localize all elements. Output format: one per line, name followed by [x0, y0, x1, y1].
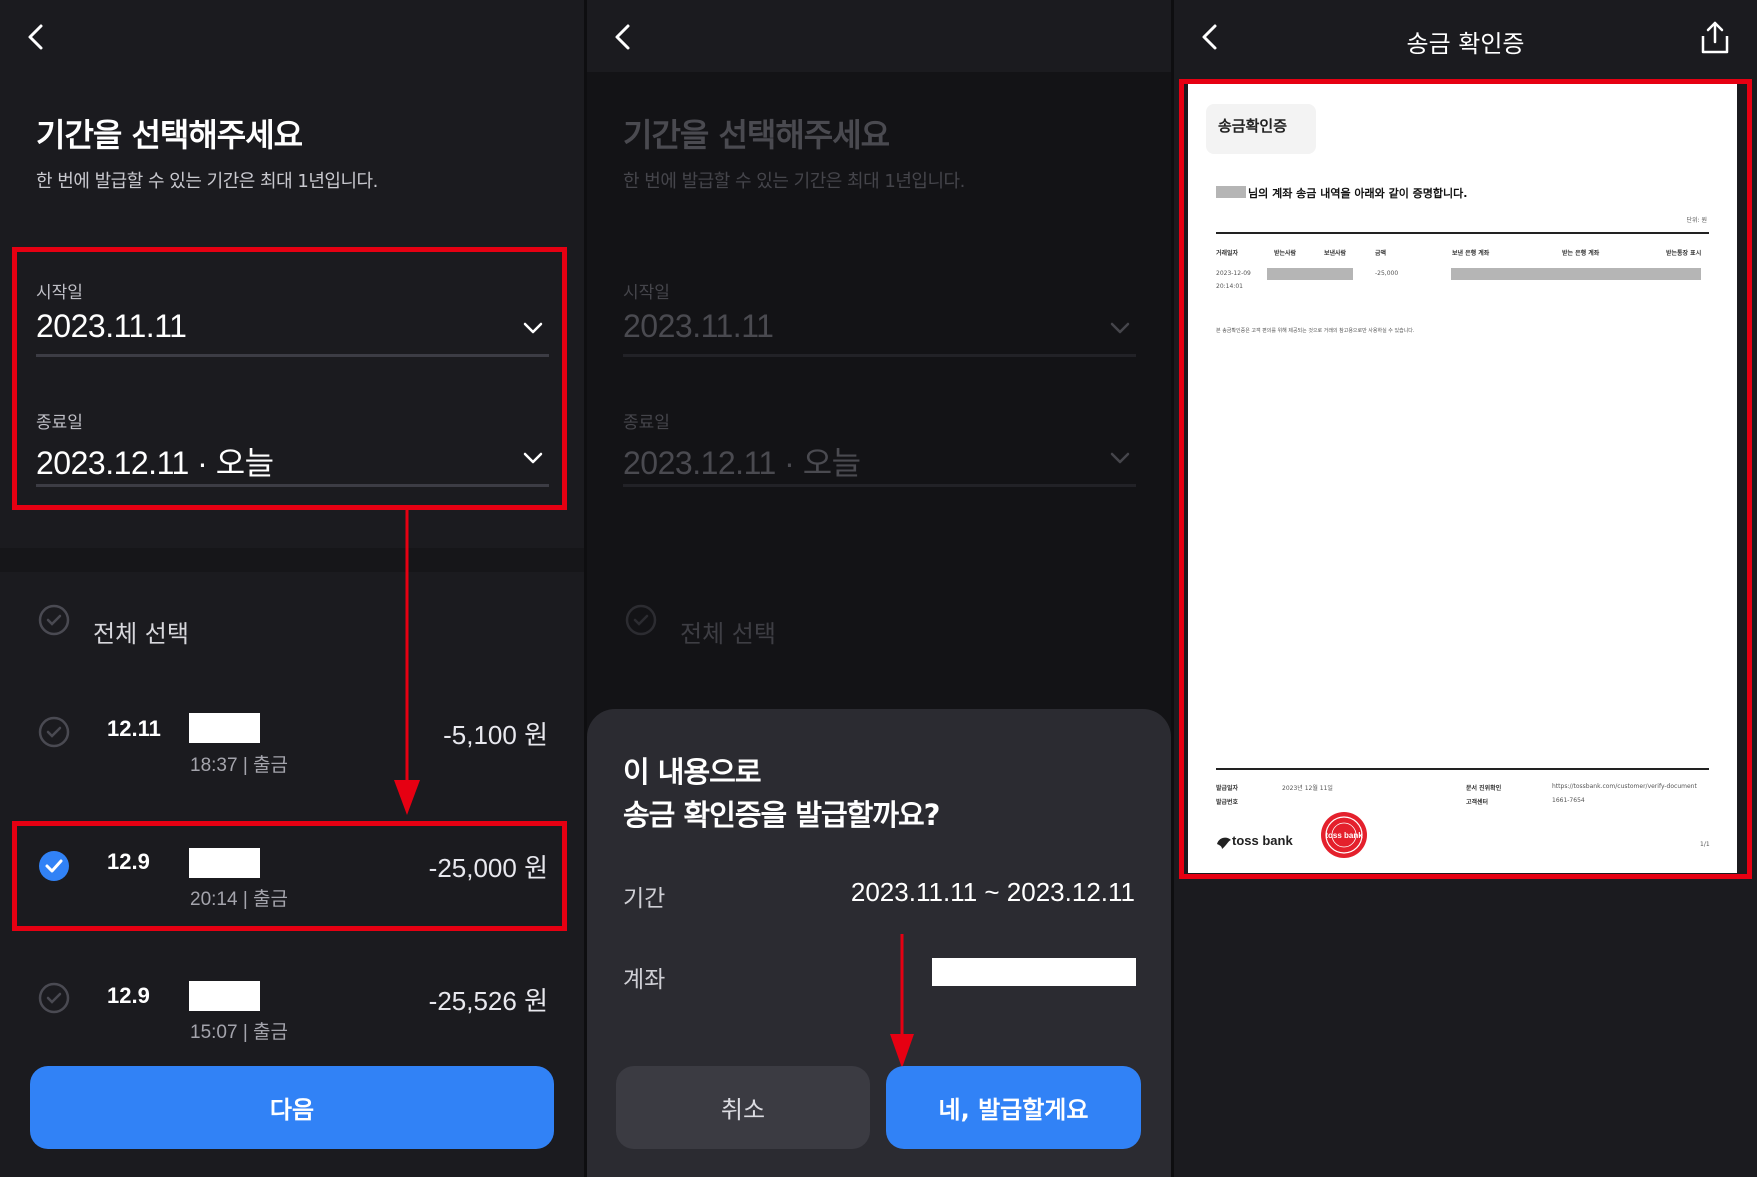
page-subtitle: 한 번에 발급할 수 있는 기간은 최대 1년입니다. — [623, 171, 965, 192]
sheet-title-line1: 이 내용으로 — [623, 755, 761, 789]
top-bar — [587, 0, 1171, 72]
check-circle-icon[interactable] — [38, 716, 70, 748]
redacted-name — [189, 981, 260, 1011]
share-icon[interactable] — [1698, 20, 1732, 56]
panel-separator — [584, 0, 587, 1177]
transaction-time: 18:37 | 출금 — [190, 755, 288, 776]
header-title: 송금 확인증 — [1406, 30, 1525, 58]
redacted-account — [932, 958, 1136, 986]
check-circle-icon[interactable] — [38, 982, 70, 1014]
period-label: 기간 — [623, 886, 666, 912]
page-title: 기간을 선택해주세요 — [36, 116, 303, 154]
confirm-issue-button[interactable]: 네, 발급할게요 — [886, 1066, 1141, 1149]
section-divider — [0, 548, 584, 572]
check-circle-icon[interactable] — [38, 604, 70, 636]
chevron-left-icon — [615, 24, 630, 50]
transaction-date: 12.11 — [107, 716, 161, 741]
start-date-underline — [623, 354, 1136, 357]
back-button[interactable] — [20, 22, 50, 52]
redacted-name — [189, 713, 260, 743]
check-circle-icon — [625, 604, 657, 636]
select-all-label: 전체 선택 — [680, 620, 776, 648]
red-arrow-icon — [394, 510, 420, 815]
highlight-box-row — [12, 821, 567, 931]
screenshot-root: 기간을 선택해주세요 한 번에 발급할 수 있는 기간은 최대 1년입니다. 시… — [0, 0, 1757, 1177]
chevron-down-icon — [1110, 452, 1130, 464]
panel-separator — [1171, 0, 1174, 1177]
red-arrow-icon — [890, 934, 914, 1068]
chevron-left-icon — [28, 24, 43, 50]
bottom-sheet: 이 내용으로 송금 확인증을 발급할까요? 기간 2023.11.11 ~ 20… — [587, 709, 1171, 1177]
chevron-down-icon — [1110, 322, 1130, 334]
confirm-issue-screen: 기간을 선택해주세요 한 번에 발급할 수 있는 기간은 최대 1년입니다. 시… — [587, 0, 1171, 1177]
transaction-date: 12.9 — [107, 983, 150, 1008]
start-date-value: 2023.11.11 — [623, 308, 774, 344]
account-label: 계좌 — [623, 967, 666, 993]
sheet-title-line2: 송금 확인증을 발급할까요? — [623, 798, 940, 832]
period-value: 2023.11.11 ~ 2023.12.11 — [850, 877, 1135, 907]
period-select-screen: 기간을 선택해주세요 한 번에 발급할 수 있는 기간은 최대 1년입니다. 시… — [0, 0, 584, 1177]
next-button[interactable]: 다음 — [30, 1066, 554, 1149]
page-title: 기간을 선택해주세요 — [623, 116, 890, 154]
select-all-label[interactable]: 전체 선택 — [93, 614, 189, 649]
highlight-box-document — [1179, 79, 1752, 879]
transaction-amount: -25,526 원 — [428, 986, 548, 1016]
transaction-amount: -5,100 원 — [443, 720, 548, 750]
end-date-label: 종료일 — [623, 413, 670, 433]
start-date-label: 시작일 — [623, 283, 670, 303]
page-subtitle: 한 번에 발급할 수 있는 기간은 최대 1년입니다. — [36, 171, 378, 192]
end-date-underline — [623, 484, 1136, 487]
certificate-view-screen: 송금 확인증 송금확인증 님의 계좌 송금 내역을 아래와 같이 증명합니다. … — [1174, 0, 1757, 1177]
transaction-time: 15:07 | 출금 — [190, 1022, 288, 1043]
cancel-button[interactable]: 취소 — [616, 1066, 870, 1149]
highlight-box-dates — [12, 247, 567, 510]
back-button[interactable] — [607, 22, 637, 52]
end-date-value: 2023.12.11 · 오늘 — [623, 445, 861, 481]
